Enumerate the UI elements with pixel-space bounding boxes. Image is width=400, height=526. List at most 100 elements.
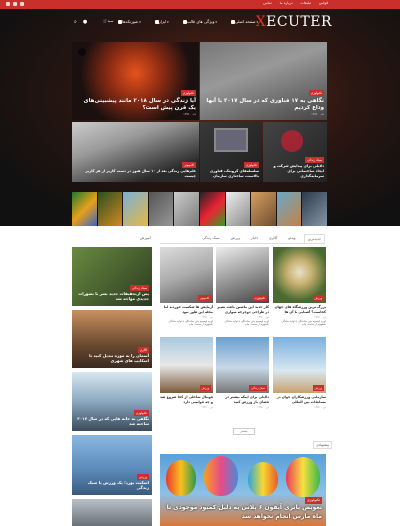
post-title[interactable]: بزرگ ترین ورزشگاه های جهان کجاست؟ آشنایی… xyxy=(273,305,326,315)
post-title[interactable]: آزمایش ها شکست خوردند اما مجله این طور ن… xyxy=(160,305,213,315)
post-title[interactable]: سازمانی ورزشکاران جوان در مسابقات بین ال… xyxy=(273,395,326,405)
top-link[interactable]: تماس xyxy=(263,1,271,5)
card-title[interactable]: علم‌هایی زندگی بعد از ۱۰ سال هنوز در دست… xyxy=(85,169,196,178)
thumbnail[interactable] xyxy=(97,192,123,226)
thumbnail[interactable] xyxy=(225,192,251,226)
sidebar-card[interactable]: گالری آسمان را به موزه تبدیل کنید با اسکا… xyxy=(72,310,152,368)
featured-card[interactable]: تکنولوژی نگاهی به ۱۷ فناوری که در سال ۲۰۱… xyxy=(200,42,327,120)
post-date: ۱۳۹۶ ۰ دی xyxy=(201,405,213,409)
card-title[interactable]: آسمان را به موزه تبدیل کنید با اسکایپ ها… xyxy=(89,353,149,364)
card-title[interactable]: تعویض باتری آیفون ۶ پلاس به دلیل کمبود م… xyxy=(167,504,322,519)
featured-card[interactable]: کامپیوتر علم‌هایی زندگی بعد از ۱۰ سال هنو… xyxy=(72,122,199,182)
post-excerpt: لورم ایپسوم متن ساختگی با تولید سادگی نا… xyxy=(224,319,269,327)
category-badge[interactable]: کامپیوتر xyxy=(182,161,196,168)
post-image[interactable]: کامپیوتر xyxy=(160,247,213,303)
post-image[interactable]: ورزش xyxy=(160,337,213,393)
category-badge[interactable]: سبک زندگی xyxy=(249,385,267,391)
post-title[interactable]: دلایلی برای اینکه بیشتر در فضای باز ورزش… xyxy=(216,395,269,405)
site-logo[interactable]: XECUTER xyxy=(256,14,332,30)
post-card[interactable]: سبک زندگی دلایلی برای اینکه بیشتر در فضا… xyxy=(216,337,269,409)
play-icon[interactable] xyxy=(78,48,86,56)
top-link[interactable]: تبلیغات xyxy=(301,1,311,5)
card-title[interactable]: دلایلی برای پیدایش شرکت و ایجاد ساختمانی… xyxy=(273,164,324,178)
category-badge[interactable]: کامپیوتر xyxy=(197,295,211,301)
thumbnail-strip xyxy=(72,192,327,226)
category-badge[interactable]: سبک زندگی xyxy=(305,156,324,163)
category-tabs: جدیدترین ویدئو گالری اخبار ورزش سبک زندگ… xyxy=(160,234,325,244)
card-title[interactable]: نگاهی به خانه هایی که در سال ۲۰۱۷ ساخته … xyxy=(77,416,149,427)
balloon-image xyxy=(248,462,278,496)
thumbnail[interactable] xyxy=(174,192,199,226)
thumbnail[interactable] xyxy=(251,192,276,226)
card-image xyxy=(214,128,248,152)
sidebar-card[interactable] xyxy=(72,499,152,526)
category-badge[interactable]: ورزش xyxy=(312,295,324,301)
category-badge[interactable]: ورزش xyxy=(199,385,211,391)
menu-item-tools[interactable]: ابزار xyxy=(153,19,169,24)
card-title[interactable]: پس ازتحقیقات جدید بشر با تصورات جدیدی مو… xyxy=(78,291,149,302)
post-date: ۱۳۹۶ ۰ دی xyxy=(314,315,326,319)
post-title[interactable]: کار جدید این ماشین باعث تغییر در طراحی د… xyxy=(216,305,269,315)
cart-button[interactable]: 🛒سبد xyxy=(103,19,113,25)
featured-card[interactable]: تکنولوژی آیا زندگی در سال ۲۰۱۸ مانند پیشب… xyxy=(72,42,199,120)
tab-video[interactable]: ویدئو xyxy=(285,234,298,243)
load-more-button[interactable]: بیشتر xyxy=(233,428,255,435)
menu-item-shortcodes[interactable]: شورتکدها xyxy=(116,19,141,24)
search-icon[interactable]: ⌕ xyxy=(74,19,77,25)
category-badge[interactable]: تکنولوژی xyxy=(180,90,196,97)
category-badge[interactable]: تکنولوژی xyxy=(243,161,259,168)
category-badge[interactable]: تکنولوژی xyxy=(252,295,267,301)
user-icon[interactable]: ● xyxy=(83,19,87,25)
category-badge[interactable]: تکنولوژی xyxy=(308,90,324,97)
featured-big-card[interactable]: تکنولوژی تعویض باتری آیفون ۶ پلاس به دلیل… xyxy=(160,454,326,526)
thumbnail[interactable] xyxy=(123,192,148,226)
sidebar-card[interactable]: تکنولوژی نگاهی به خانه هایی که در سال ۲۰۱… xyxy=(72,372,152,431)
thumbnail[interactable] xyxy=(302,192,327,226)
top-link[interactable]: قوانین xyxy=(319,1,328,5)
thumbnail[interactable] xyxy=(72,192,97,226)
card-title[interactable]: سلسله‌های کرونتک، فناوری بالاست، ساختاری… xyxy=(210,169,259,178)
post-card[interactable]: کامپیوتر آزمایش ها شکست خوردند اما مجله … xyxy=(160,247,213,327)
thumbnail[interactable] xyxy=(148,192,174,226)
balloon-image xyxy=(204,456,238,496)
card-title[interactable]: نگاهی به ۱۷ فناوری که در سال ۲۰۱۷ با آنه… xyxy=(206,98,324,112)
tab-gallery[interactable]: گالری xyxy=(266,234,280,243)
main-nav: XECUTER صفحه اصلی ویژگی های قالب ابزار ش… xyxy=(68,12,332,34)
tab-lifestyle[interactable]: سبک زندگی xyxy=(199,234,222,243)
sidebar-card[interactable]: ورزش اسکیت بورد؛ یک ورزش یا سبک زندگی xyxy=(72,435,152,495)
post-card[interactable]: ورزش سازمانی ورزشکاران جوان در مسابقات ب… xyxy=(273,337,326,409)
featured-grid: تکنولوژی نگاهی به ۱۷ فناوری که در سال ۲۰۱… xyxy=(72,42,327,182)
post-date: ۱۳۹۶ ۰ دی xyxy=(257,315,269,319)
card-title[interactable]: اسکیت بورد؛ یک ورزش یا سبک زندگی xyxy=(88,480,149,491)
top-link[interactable]: درباره ما xyxy=(280,1,293,5)
post-image[interactable]: تکنولوژی xyxy=(216,247,269,303)
post-title[interactable]: فوتبال ساحلی از کجا شروع شد و چه قوانینی… xyxy=(160,395,213,405)
hero-section: XECUTER صفحه اصلی ویژگی های قالب ابزار ش… xyxy=(0,9,400,226)
sidebar: سبک زندگی پس ازتحقیقات جدید بشر با تصورات… xyxy=(72,247,152,526)
post-image[interactable]: ورزش xyxy=(273,337,326,393)
post-date: ۱۳۹۶ ۰ دی xyxy=(201,315,213,319)
post-card[interactable]: ورزش فوتبال ساحلی از کجا شروع شد و چه قو… xyxy=(160,337,213,409)
category-badge[interactable]: تکنولوژی xyxy=(304,496,322,504)
sidebar-card[interactable]: سبک زندگی پس ازتحقیقات جدید بشر با تصورات… xyxy=(72,247,152,306)
tab-news[interactable]: اخبار xyxy=(248,234,261,243)
thumbnail[interactable] xyxy=(276,192,302,226)
balloon-image xyxy=(166,460,196,496)
post-image[interactable]: ورزش xyxy=(273,247,326,303)
menu-item-features[interactable]: ویژگی های قالب xyxy=(181,19,217,24)
card-date: ۱۳۹۶ ۰ دی xyxy=(183,112,196,117)
tab-sport[interactable]: ورزش xyxy=(228,234,243,243)
featured-card[interactable]: تکنولوژی سلسله‌های کرونتک، فناوری بالاست،… xyxy=(200,122,262,182)
post-image[interactable]: سبک زندگی xyxy=(216,337,269,393)
twitter-icon[interactable] xyxy=(13,2,17,6)
facebook-icon[interactable] xyxy=(6,2,10,6)
tab-latest[interactable]: جدیدترین xyxy=(303,234,325,243)
card-title[interactable]: آیا زندگی در سال ۲۰۱۸ مانند پیشبینی‌های … xyxy=(84,98,196,112)
instagram-icon[interactable] xyxy=(20,2,24,6)
featured-card[interactable]: سبک زندگی دلایلی برای پیدایش شرکت و ایجاد… xyxy=(263,122,327,182)
post-card[interactable]: ورزش بزرگ ترین ورزشگاه های جهان کجاست؟ آ… xyxy=(273,247,326,327)
category-badge[interactable]: ورزش xyxy=(312,385,324,391)
menu-item-home[interactable]: صفحه اصلی xyxy=(229,19,258,24)
post-card[interactable]: تکنولوژی کار جدید این ماشین باعث تغییر د… xyxy=(216,247,269,327)
thumbnail[interactable] xyxy=(199,192,225,226)
